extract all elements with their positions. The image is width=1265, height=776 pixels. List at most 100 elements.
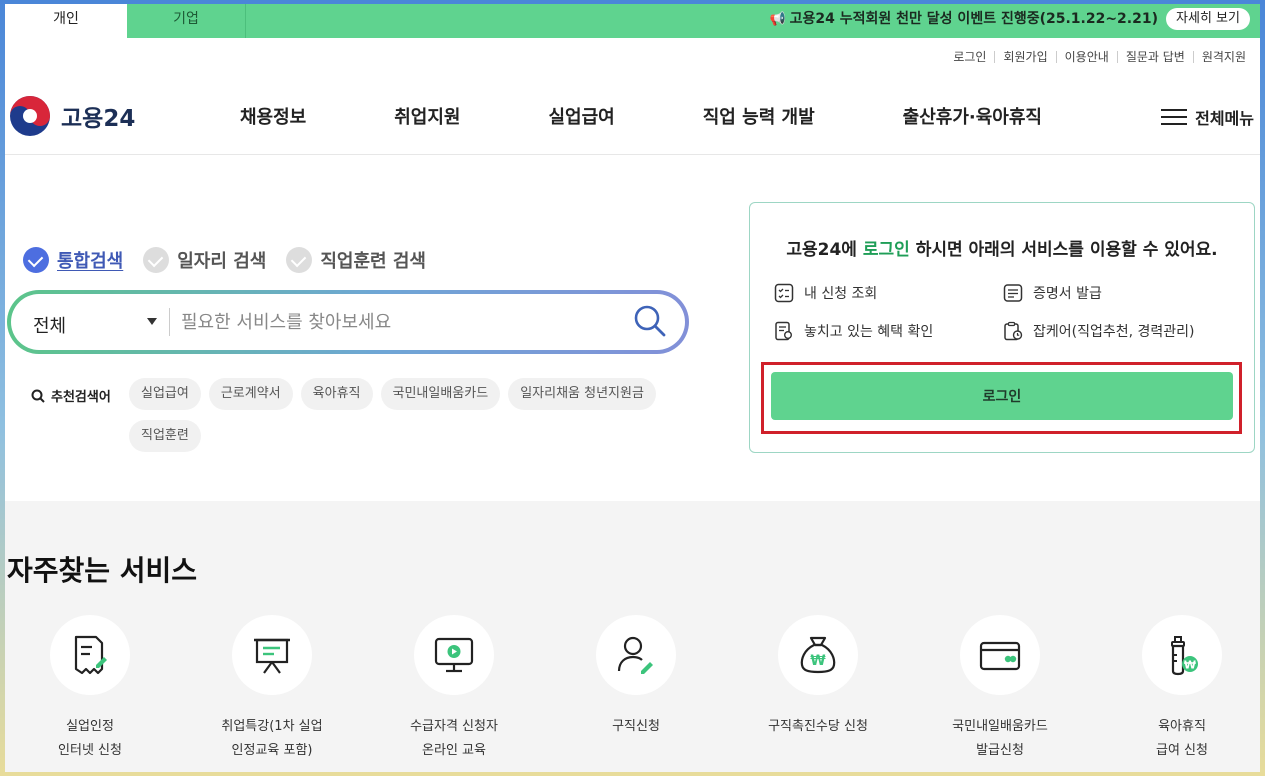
util-link-signup[interactable]: 회원가입 [994, 51, 1055, 63]
service-label: 수급자격 신청자 온라인 교육 [364, 715, 544, 763]
keyword-chip[interactable]: 국민내일배움카드 [380, 378, 501, 410]
search-type-label: 일자리 검색 [177, 251, 267, 272]
search-divider [169, 308, 170, 336]
service-label: 국민내일배움카드 발급신청 [910, 715, 1090, 763]
frequent-services-section: 자주찾는 서비스 실업인정 인터넷 신청 취업특강(1차 실업 인정교육 포함)… [5, 501, 1260, 772]
nav-employment-support[interactable]: 취업지원 [394, 103, 460, 129]
magnifier-icon [31, 389, 45, 403]
service-label-line1: 구직촉진수당 신청 [768, 719, 868, 734]
rec-label-text: 추천검색어 [51, 390, 111, 405]
benefit-label: 내 신청 조회 [804, 286, 878, 302]
svg-text:₩: ₩ [810, 653, 826, 669]
search-category-select[interactable]: 전체 [33, 312, 66, 338]
check-icon [23, 247, 49, 273]
service-label-line2: 인정교육 포함) [231, 743, 313, 758]
full-menu-label: 전체메뉴 [1195, 109, 1254, 128]
top-bar: 개인 기업 📢 고용24 누적회원 천만 달성 이벤트 진행중(25.1.22~2… [5, 4, 1260, 38]
service-icon-circle [414, 615, 494, 695]
service-label-line1: 구직신청 [612, 719, 660, 734]
service-label-line1: 실업인정 [66, 719, 114, 734]
service-label: 취업특강(1차 실업 인정교육 포함) [182, 715, 362, 763]
keyword-chip[interactable]: 일자리채움 청년지원금 [508, 378, 656, 410]
list-check-icon [774, 283, 794, 303]
person-pen-icon [617, 636, 653, 674]
event-banner[interactable]: 📢 고용24 누적회원 천만 달성 이벤트 진행중(25.1.22~2.21) [769, 4, 1158, 34]
header-divider [5, 154, 1260, 155]
tab-divider [245, 4, 246, 38]
service-label-line2: 급여 신청 [1156, 743, 1208, 758]
service-label-line1: 육아휴직 [1158, 719, 1206, 734]
tab-company[interactable]: 기업 [127, 4, 245, 38]
service-label: 육아휴직 급여 신청 [1092, 715, 1260, 763]
service-label: 구직신청 [546, 715, 726, 739]
page: 개인 기업 📢 고용24 누적회원 천만 달성 이벤트 진행중(25.1.22~2… [5, 4, 1260, 772]
logo-text: 고용24 [61, 106, 136, 132]
service-job-seeking-allowance[interactable]: ₩ 구직촉진수당 신청 [728, 615, 908, 739]
taegeuk-logo-icon [10, 96, 50, 136]
login-panel: 고용24에 로그인 하시면 아래의 서비스를 이용할 수 있어요. 내 신청 조… [749, 202, 1255, 453]
hamburger-icon [1161, 104, 1188, 130]
service-label-line1: 수급자격 신청자 [410, 719, 498, 734]
search-type-selector: 통합검색 일자리 검색 직업훈련 검색 [23, 247, 446, 273]
check-icon [143, 247, 170, 273]
service-parental-leave-benefit[interactable]: ₩ 육아휴직 급여 신청 [1092, 615, 1260, 763]
service-label-line1: 취업특강(1차 실업 [221, 719, 323, 734]
svg-text:₩: ₩ [1184, 659, 1196, 672]
service-job-lecture[interactable]: 취업특강(1차 실업 인정교육 포함) [182, 615, 362, 763]
main-nav: 채용정보 취업지원 실업급여 직업 능력 개발 출산휴가·육아휴직 [240, 103, 1130, 129]
nav-vocational-training[interactable]: 직업 능력 개발 [703, 103, 815, 129]
keyword-chip[interactable]: 직업훈련 [129, 420, 201, 452]
search-type-jobs[interactable]: 일자리 검색 [143, 247, 266, 273]
search-type-label: 통합검색 [57, 251, 124, 272]
login-button[interactable]: 로그인 [771, 372, 1233, 420]
service-icon-circle: ₩ [778, 615, 858, 695]
util-link-remote[interactable]: 원격지원 [1192, 51, 1254, 63]
service-job-application[interactable]: 구직신청 [546, 615, 726, 739]
search-input[interactable] [181, 308, 621, 336]
service-unemployment-recognition[interactable]: 실업인정 인터넷 신청 [5, 615, 180, 763]
logo[interactable]: 고용24 [9, 95, 135, 137]
msg-suffix: 하시면 아래의 서비스를 이용할 수 있어요. [909, 240, 1218, 260]
card-icon [979, 641, 1021, 671]
service-tomorrow-learning-card[interactable]: 국민내일배움카드 발급신청 [910, 615, 1090, 763]
search-type-training[interactable]: 직업훈련 검색 [286, 247, 426, 273]
keyword-chips: 실업급여 근로계약서 육아휴직 국민내일배움카드 일자리채움 청년지원금 직업훈… [129, 378, 689, 462]
benefit-label: 증명서 발급 [1033, 286, 1102, 302]
keyword-chip[interactable]: 근로계약서 [208, 378, 293, 410]
util-link-qna[interactable]: 질문과 답변 [1116, 51, 1193, 63]
service-label-line2: 발급신청 [976, 743, 1024, 758]
service-icon-circle [232, 615, 312, 695]
service-online-education[interactable]: 수급자격 신청자 온라인 교육 [364, 615, 544, 763]
search-type-label: 직업훈련 검색 [320, 251, 426, 272]
service-icon-circle [50, 615, 130, 695]
login-panel-message: 고용24에 로그인 하시면 아래의 서비스를 이용할 수 있어요. [750, 235, 1254, 260]
caret-down-icon[interactable] [147, 318, 157, 325]
presentation-board-icon [254, 638, 290, 674]
event-detail-button[interactable]: 자세히 보기 [1166, 8, 1250, 30]
full-menu-button[interactable]: 전체메뉴 [1161, 104, 1254, 130]
tab-person[interactable]: 개인 [5, 4, 127, 38]
benefit-my-applications: 내 신청 조회 [774, 283, 1003, 303]
login-benefit-list: 내 신청 조회 증명서 발급 놓치고 있는 혜택 확인 잡케어(직업추천, 경력… [774, 283, 1234, 341]
nav-unemployment-benefit[interactable]: 실업급여 [549, 103, 615, 129]
util-link-login[interactable]: 로그인 [945, 51, 994, 63]
certificate-icon [1003, 284, 1023, 302]
search-type-integrated[interactable]: 통합검색 [23, 247, 123, 273]
event-text: 고용24 누적회원 천만 달성 이벤트 진행중(25.1.22~2.21) [789, 11, 1158, 27]
benefit-missed-benefits: 놓치고 있는 혜택 확인 [774, 321, 1003, 341]
benefit-label: 놓치고 있는 혜택 확인 [804, 324, 934, 340]
nav-job-info[interactable]: 채용정보 [240, 103, 306, 129]
money-bag-icon: ₩ [800, 636, 836, 674]
document-pen-icon [74, 635, 107, 675]
service-label-line1: 국민내일배움카드 [952, 719, 1048, 734]
nav-parental-leave[interactable]: 출산휴가·육아휴직 [903, 103, 1042, 129]
section-title: 자주찾는 서비스 [7, 554, 198, 587]
search-icon[interactable] [633, 304, 667, 338]
keyword-chip[interactable]: 실업급여 [129, 378, 201, 410]
service-label-line2: 인터넷 신청 [58, 743, 122, 758]
benefit-certificate: 증명서 발급 [1003, 283, 1232, 303]
clipboard-clock-icon [1004, 321, 1023, 341]
util-link-guide[interactable]: 이용안내 [1055, 51, 1117, 63]
baby-bottle-icon: ₩ [1171, 636, 1198, 676]
keyword-chip[interactable]: 육아휴직 [300, 378, 373, 410]
